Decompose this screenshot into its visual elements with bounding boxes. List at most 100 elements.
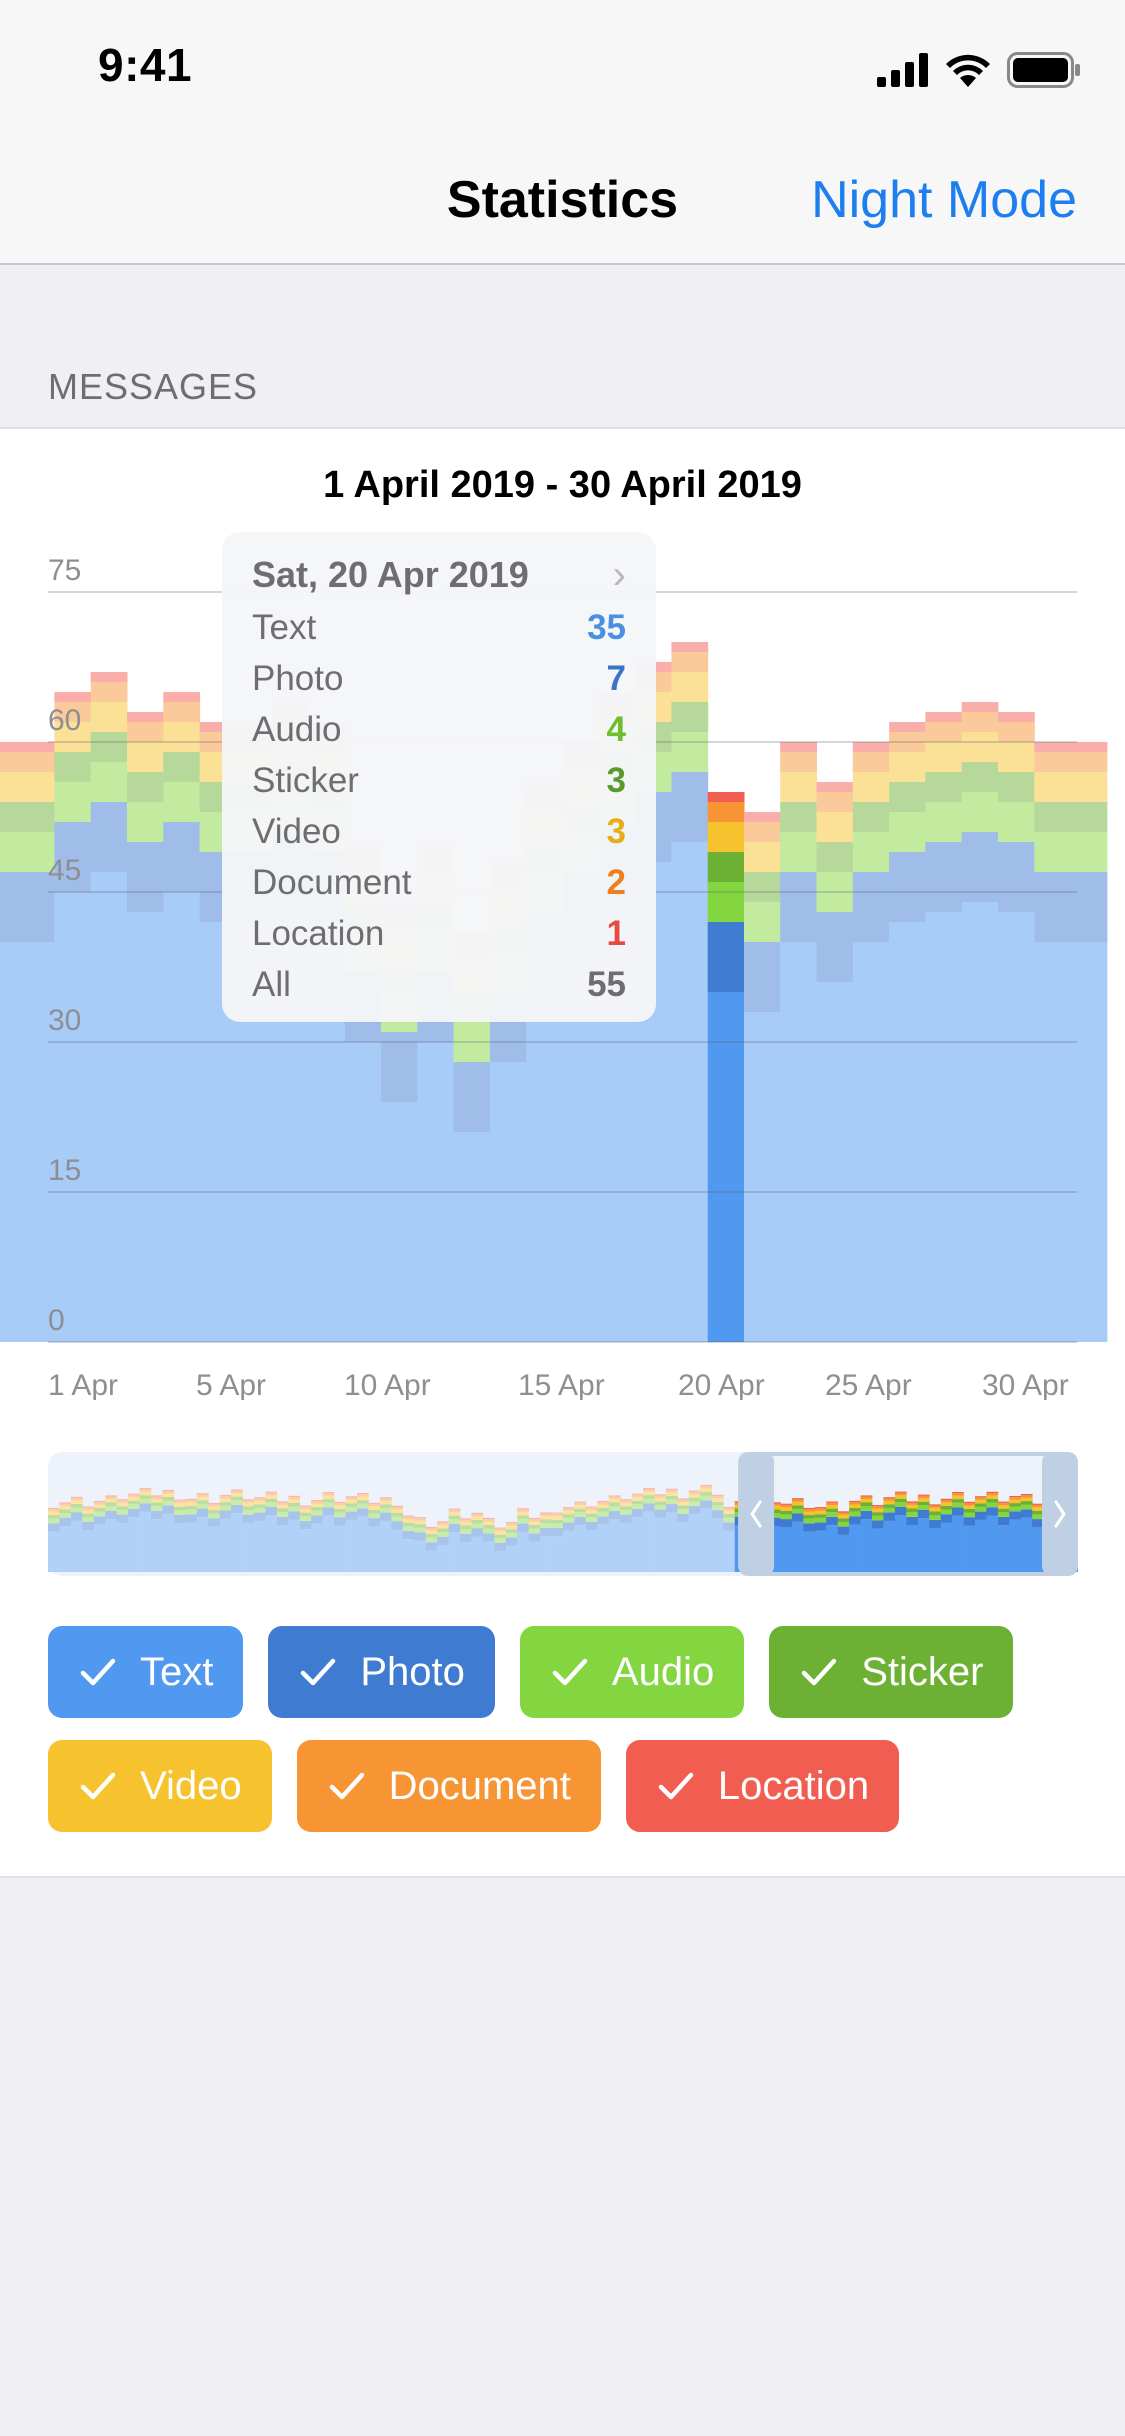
bar-segment-sticker xyxy=(780,802,817,832)
status-bar: 9:41 xyxy=(0,0,1125,132)
navigator-bar-segment xyxy=(906,1508,919,1513)
navigator-bar-segment xyxy=(517,1523,529,1532)
filter-chip-video[interactable]: Video xyxy=(48,1740,272,1832)
navigator-bar-segment xyxy=(242,1500,255,1503)
navigator-bar-segment xyxy=(196,1508,209,1517)
navigator-bar-segment xyxy=(528,1533,541,1542)
navigator-bar-segment xyxy=(460,1518,472,1520)
bar-segment-audio xyxy=(707,882,745,922)
navigator-bar-segment xyxy=(723,1530,735,1572)
bar-segment-audio xyxy=(889,812,926,852)
navigator-bar-segment xyxy=(894,1492,907,1496)
navigator-bar-segment xyxy=(437,1524,449,1529)
navigator-bar-segment xyxy=(540,1527,552,1537)
navigator-bar-segment xyxy=(654,1501,667,1505)
navigator-bar-segment xyxy=(151,1506,163,1511)
navigator-bar-segment xyxy=(231,1500,243,1505)
navigator-bar-segment xyxy=(585,1517,598,1522)
navigator-bar-segment xyxy=(334,1525,346,1572)
navigator-bar-segment xyxy=(894,1507,907,1516)
filter-chip-location[interactable]: Location xyxy=(625,1740,900,1832)
navigator-bar-segment xyxy=(59,1503,72,1506)
navigator-bar-segment xyxy=(551,1528,564,1537)
navigator-bar-segment xyxy=(116,1506,129,1510)
x-tick-label: 5 Apr xyxy=(196,1369,266,1400)
bar-segment-document xyxy=(925,722,963,742)
navigator-bar-segment xyxy=(940,1498,953,1500)
navigator-bar-segment xyxy=(551,1512,564,1514)
navigator-bar-segment xyxy=(986,1502,999,1508)
navigator-bar-segment xyxy=(482,1541,495,1572)
navigator-bar-segment xyxy=(82,1506,95,1508)
navigator-bar-segment xyxy=(860,1498,873,1503)
navigator-bar-segment xyxy=(952,1492,964,1494)
navigator-bar-segment xyxy=(345,1496,358,1498)
navigator-bar-segment xyxy=(826,1502,838,1506)
y-tick-label: 45 xyxy=(48,854,81,887)
navigator-bar-segment xyxy=(540,1523,552,1528)
filter-chip-text[interactable]: Text xyxy=(48,1626,244,1718)
filter-chip-document[interactable]: Document xyxy=(296,1740,601,1832)
navigator-bar-segment xyxy=(105,1502,117,1507)
navigator-bar-segment xyxy=(574,1502,587,1506)
navigator-bar-segment xyxy=(242,1509,255,1515)
navigator-bar-segment xyxy=(357,1508,369,1517)
navigator-bar-segment xyxy=(151,1499,163,1503)
navigator-bar-segment xyxy=(254,1497,266,1499)
bar-segment-photo xyxy=(127,842,164,912)
navigator-bar-segment xyxy=(700,1508,713,1572)
navigator-bar-segment xyxy=(940,1505,953,1510)
x-tick-label: 20 Apr xyxy=(678,1369,765,1400)
navigator-bar-segment xyxy=(162,1489,175,1492)
navigator-bar-segment xyxy=(460,1519,472,1522)
navigator-bar-segment xyxy=(48,1507,60,1510)
navigator-bar-segment xyxy=(48,1518,60,1524)
navigator-bar-segment xyxy=(208,1513,220,1519)
bar-segment-video xyxy=(961,732,999,762)
range-navigator[interactable] xyxy=(48,1452,1078,1576)
navigator-bar-segment xyxy=(460,1533,472,1543)
tooltip-row: Document 2 xyxy=(252,857,626,908)
navigator-bar-segment xyxy=(208,1504,220,1507)
navigator-bar-segment xyxy=(883,1504,896,1508)
tooltip-row-label: Video xyxy=(252,811,341,851)
navigator-bar-segment xyxy=(585,1510,598,1514)
navigator-bar-segment xyxy=(540,1513,552,1516)
navigator-bar-segment xyxy=(1009,1511,1022,1520)
navigator-bar-segment xyxy=(448,1519,461,1524)
bar-segment-text xyxy=(526,982,563,1342)
chevron-right-icon: › xyxy=(612,552,626,597)
night-mode-button[interactable]: Night Mode xyxy=(811,170,1077,230)
navigator-bar-segment xyxy=(173,1523,186,1572)
navigator-bar-segment xyxy=(597,1502,610,1505)
navigator-bar-segment xyxy=(608,1496,621,1499)
filter-chip-photo[interactable]: Photo xyxy=(268,1626,495,1718)
navigator-bar-segment xyxy=(574,1512,587,1517)
tooltip-row-label: All xyxy=(252,964,291,1004)
navigator-bar-segment xyxy=(265,1495,278,1499)
navigator-bar-segment xyxy=(334,1505,346,1509)
filter-chip-sticker[interactable]: Sticker xyxy=(769,1626,1014,1718)
navigator-bar-segment xyxy=(643,1491,655,1496)
navigator-bar-segment xyxy=(82,1517,95,1522)
navigator-bar-segment xyxy=(425,1530,438,1534)
bar-segment-sticker xyxy=(127,772,164,802)
navigator-bar-segment xyxy=(185,1502,198,1506)
navigator-bar-segment xyxy=(688,1494,701,1498)
navigator-bar-segment xyxy=(242,1506,255,1510)
tooltip-row-value: 3 xyxy=(606,760,626,800)
tooltip-row-value: 3 xyxy=(606,811,626,851)
tooltip-row-value: 4 xyxy=(606,709,626,749)
navigator-bar-segment xyxy=(517,1508,529,1510)
filter-chip-label: Photo xyxy=(360,1649,465,1694)
navigator-bar-segment xyxy=(906,1525,919,1572)
navigator-bar-segment xyxy=(311,1523,323,1572)
navigator-bar-segment xyxy=(963,1525,976,1572)
navigator-bar-segment xyxy=(677,1498,690,1500)
filter-chip-audio[interactable]: Audio xyxy=(519,1626,745,1718)
chart-tooltip[interactable]: Sat, 20 Apr 2019 › Text 35 Photo 7 Audio 4 Sti… xyxy=(222,532,656,1022)
navigator-bar-segment xyxy=(162,1513,175,1572)
navigator-bar-segment xyxy=(837,1518,850,1522)
navigator-bar-segment xyxy=(597,1524,610,1572)
navigator-bar-segment xyxy=(288,1502,301,1507)
